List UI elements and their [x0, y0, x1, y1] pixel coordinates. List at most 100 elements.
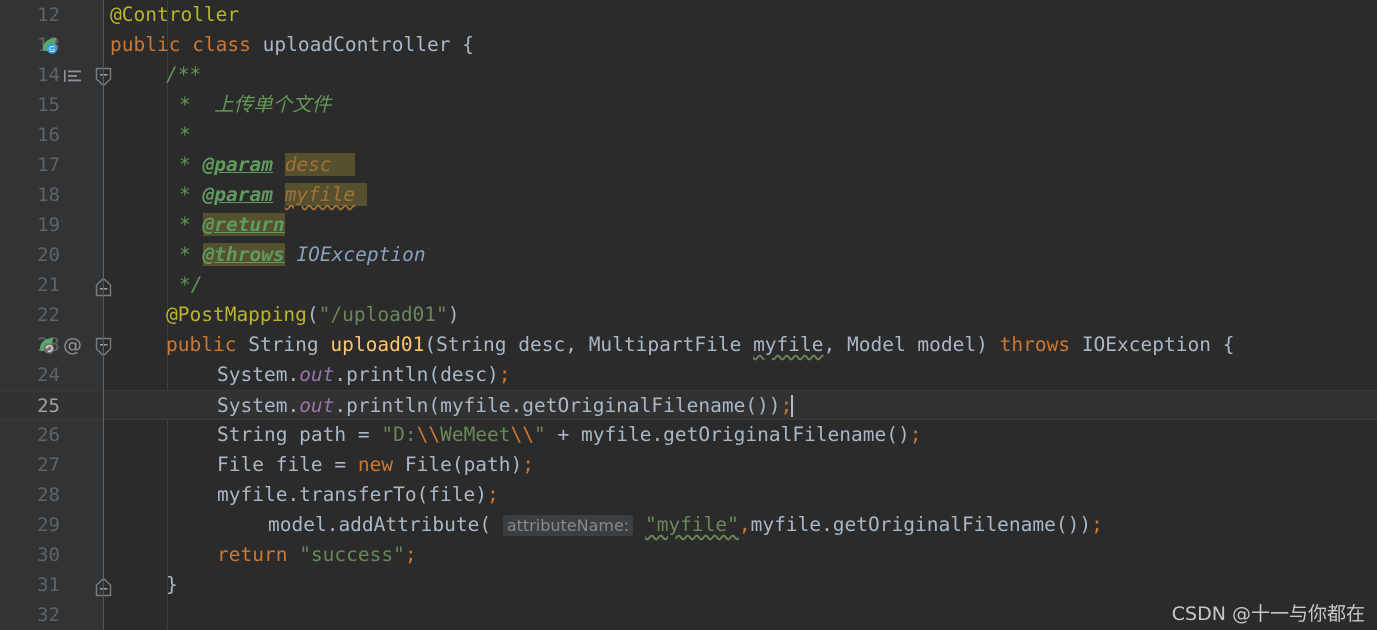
structure-lines-icon[interactable]: [64, 68, 82, 87]
editor-line-24[interactable]: 24 System.out.println(desc);: [0, 360, 1377, 390]
keyword-throws: throws: [999, 333, 1071, 356]
code-line-30[interactable]: return "success";: [217, 540, 417, 570]
method-name-upload01: upload01: [330, 333, 425, 356]
javadoc-param-myfile: myfile: [284, 183, 356, 206]
semicolon: ;: [498, 363, 511, 386]
editor-line-21[interactable]: 21 */: [0, 270, 1377, 300]
line-number-19: 19: [37, 214, 60, 236]
path-concat: + myfile.getOriginalFilename(): [545, 423, 910, 446]
code-line-27[interactable]: File file = new File(path);: [217, 450, 534, 480]
line-number-18: 18: [37, 184, 60, 206]
javadoc-star: *: [179, 153, 191, 176]
semicolon: ;: [487, 483, 499, 506]
path-string-start: "D:: [381, 423, 417, 446]
keyword-class: class: [192, 33, 251, 56]
escape-sequence-1: \\: [416, 423, 441, 446]
line-number-20: 20: [37, 244, 60, 266]
text-caret: [791, 395, 794, 417]
editor-line-27[interactable]: 27 File file = new File(path);: [0, 450, 1377, 480]
code-line-31[interactable]: }: [166, 570, 178, 600]
line-number-28: 28: [37, 484, 60, 506]
throws-exception: IOException {: [1070, 333, 1235, 356]
semicolon: ;: [1091, 513, 1103, 536]
parameter-name-hint: attributeName:: [502, 515, 634, 536]
code-line-16[interactable]: *: [179, 120, 191, 150]
code-line-28[interactable]: myfile.transferTo(file);: [217, 480, 499, 510]
editor-line-26[interactable]: 26 String path = "D:\\WeMeet\\" + myfile…: [0, 420, 1377, 450]
system-ref: System.: [217, 363, 300, 386]
csdn-watermark: CSDN @十一与你都在: [1171, 603, 1365, 625]
code-line-20[interactable]: * @throws IOException: [179, 240, 426, 270]
static-field-out: out: [299, 363, 335, 386]
path-string-mid: WeMeet: [440, 423, 511, 446]
code-line-22[interactable]: @PostMapping("/upload01"): [166, 300, 460, 330]
line-number-26: 26: [37, 424, 60, 446]
override-at-icon[interactable]: @: [63, 330, 82, 360]
editor-line-17[interactable]: 17 * @param desc: [0, 150, 1377, 180]
spring-request-mapping-icon[interactable]: [37, 336, 56, 359]
line-number-30: 30: [37, 544, 60, 566]
javadoc-star: *: [179, 183, 191, 206]
code-line-12[interactable]: @Controller: [110, 0, 239, 30]
keyword-return: return: [217, 543, 288, 566]
line-number-12: 12: [37, 4, 60, 26]
code-line-17[interactable]: * @param desc: [179, 150, 356, 180]
editor-line-12[interactable]: 12 @Controller: [0, 0, 1377, 30]
editor-line-22[interactable]: 22 @PostMapping("/upload01"): [0, 300, 1377, 330]
transfer-to-call: myfile.transferTo(file): [217, 483, 488, 506]
editor-line-32[interactable]: 32: [0, 600, 1377, 630]
editor-line-18[interactable]: 18 * @param myfile: [0, 180, 1377, 210]
editor-line-25[interactable]: 25 System.out.println(myfile.getOriginal…: [0, 390, 1377, 420]
code-editor[interactable]: 12 @Controller 13 G public class uploadC…: [0, 0, 1377, 630]
code-line-29[interactable]: model.addAttribute( attributeName: "myfi…: [268, 510, 1103, 540]
path-declaration: String path =: [217, 423, 382, 446]
line-number-29: 29: [37, 514, 60, 536]
editor-line-31[interactable]: 31 }: [0, 570, 1377, 600]
return-string-success: "success": [287, 543, 405, 566]
line-number-27: 27: [37, 454, 60, 476]
path-string-end: ": [534, 423, 546, 446]
editor-line-29[interactable]: 29 model.addAttribute( attributeName: "m…: [0, 510, 1377, 540]
annotation-postmapping: @PostMapping: [166, 303, 307, 326]
code-line-25[interactable]: System.out.println(myfile.getOriginalFil…: [217, 391, 794, 421]
editor-line-13[interactable]: 13 G public class uploadController {: [0, 30, 1377, 60]
add-attribute-value: myfile.getOriginalFilename()): [750, 513, 1092, 536]
class-name-uploadcontroller: uploadController: [262, 33, 451, 56]
file-constructor: File(path): [393, 453, 523, 476]
fold-region-line-javadoc: [103, 76, 104, 281]
editor-line-19[interactable]: 19 * @return: [0, 210, 1377, 240]
editor-line-15[interactable]: 15 * 上传单个文件: [0, 90, 1377, 120]
code-line-14[interactable]: /**: [166, 60, 201, 90]
editor-line-30[interactable]: 30 return "success";: [0, 540, 1377, 570]
editor-line-23[interactable]: 23 @ public String upload01(String desc,…: [0, 330, 1377, 360]
editor-line-20[interactable]: 20 * @throws IOException: [0, 240, 1377, 270]
paren-close: ): [447, 303, 460, 326]
code-line-19[interactable]: * @return: [179, 210, 285, 240]
brace-open: {: [462, 33, 474, 56]
add-attribute-call: model.addAttribute(: [268, 513, 503, 536]
line-number-16: 16: [37, 124, 60, 146]
code-line-24[interactable]: System.out.println(desc);: [217, 360, 511, 390]
annotation-controller: @Controller: [110, 3, 240, 26]
code-line-26[interactable]: String path = "D:\\WeMeet\\" + myfile.ge…: [217, 420, 921, 450]
line-number-14: 14: [37, 64, 60, 86]
code-line-15[interactable]: * 上传单个文件: [179, 90, 331, 120]
javadoc-star: *: [179, 213, 191, 236]
keyword-new: new: [357, 453, 394, 476]
file-declaration: File file =: [217, 453, 358, 476]
editor-line-28[interactable]: 28 myfile.transferTo(file);: [0, 480, 1377, 510]
line-number-21: 21: [37, 274, 60, 296]
spring-bean-icon[interactable]: G: [40, 36, 59, 59]
method-params-a: (String desc, MultipartFile: [424, 333, 754, 356]
code-line-13[interactable]: public class uploadController {: [110, 30, 474, 60]
static-field-out: out: [299, 394, 335, 417]
code-line-21[interactable]: */: [179, 270, 202, 300]
editor-line-14[interactable]: 14 /**: [0, 60, 1377, 90]
javadoc-description-cn: 上传单个文件: [214, 93, 332, 116]
attribute-name-string: "myfile": [644, 513, 739, 536]
javadoc-tag-throws: @throws: [202, 243, 285, 266]
editor-line-16[interactable]: 16 *: [0, 120, 1377, 150]
code-line-23[interactable]: public String upload01(String desc, Mult…: [166, 330, 1234, 360]
code-line-18[interactable]: * @param myfile: [179, 180, 367, 210]
semicolon: ;: [909, 423, 922, 446]
